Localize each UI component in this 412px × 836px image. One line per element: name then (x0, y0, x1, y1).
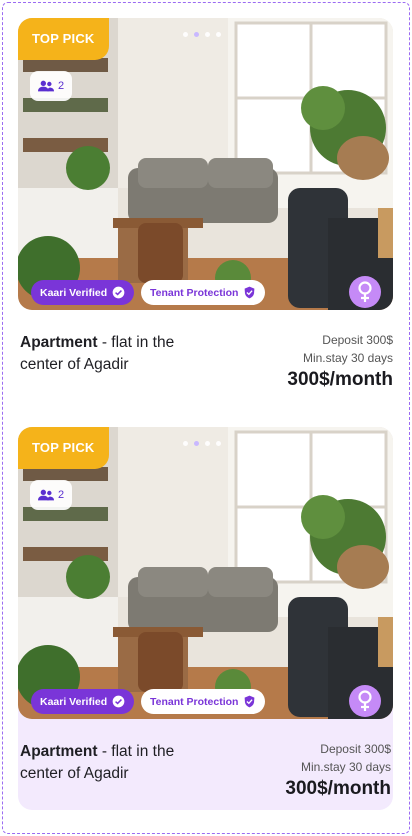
heart-icon (356, 449, 374, 465)
guest-count: 2 (58, 489, 65, 501)
tenant-protection-badge: Tenant Protection (141, 280, 266, 305)
check-badge-icon (112, 286, 125, 299)
carousel-dot[interactable] (205, 441, 210, 446)
deposit-text: Deposit 300$ (320, 742, 391, 756)
check-badge-icon (112, 695, 125, 708)
female-icon (358, 690, 372, 711)
room-photo (18, 427, 393, 719)
top-pick-badge: TOP PICK (18, 18, 109, 60)
listing-title[interactable]: Apartment - flat in the center of Agadir (20, 741, 210, 785)
female-icon (358, 281, 372, 302)
listing-type: Apartment (20, 743, 98, 760)
listing-pricing: Deposit 300$ Min.stay 30 days 300$/month (287, 331, 393, 392)
favorite-button[interactable] (349, 441, 381, 473)
carousel-indicator[interactable] (183, 441, 221, 446)
heart-icon (356, 40, 374, 56)
people-icon (38, 80, 54, 92)
listing-title[interactable]: Apartment - flat in the center of Agadir (20, 332, 210, 376)
carousel-dot[interactable] (216, 441, 221, 446)
carousel-indicator[interactable] (183, 32, 221, 37)
deposit-text: Deposit 300$ (322, 333, 393, 347)
gender-badge (349, 685, 381, 717)
listing-photo[interactable] (18, 18, 393, 310)
guest-count-chip: 2 (30, 71, 73, 101)
carousel-dot-active[interactable] (194, 441, 199, 446)
listing-card-selected[interactable]: TOP PICK 2 Kaari Verified Tenant Protect… (18, 427, 393, 810)
check-badge-icon (243, 286, 256, 299)
listing-type: Apartment (20, 334, 98, 351)
kaari-verified-label: Kaari Verified (40, 695, 108, 708)
carousel-dot[interactable] (183, 32, 188, 37)
check-badge-icon (243, 695, 256, 708)
min-stay-text: Min.stay 30 days (302, 351, 393, 365)
carousel-dot-active[interactable] (194, 32, 199, 37)
tenant-protection-label: Tenant Protection (150, 695, 239, 708)
kaari-verified-badge: Kaari Verified (31, 280, 135, 305)
carousel-dot[interactable] (183, 441, 188, 446)
kaari-verified-label: Kaari Verified (40, 286, 108, 299)
top-pick-badge: TOP PICK (18, 427, 109, 469)
carousel-dot[interactable] (205, 32, 210, 37)
listing-pricing: Deposit 300$ Min.stay 30 days 300$/month (285, 740, 391, 801)
kaari-verified-badge: Kaari Verified (31, 689, 135, 714)
room-photo (18, 18, 393, 310)
carousel-dot[interactable] (216, 32, 221, 37)
listing-photo[interactable] (18, 427, 393, 719)
price-text: 300$/month (287, 369, 393, 390)
gender-badge (349, 276, 381, 308)
listing-card[interactable]: TOP PICK 2 Kaari Verified Tenant Protect… (18, 18, 393, 390)
min-stay-text: Min.stay 30 days (300, 760, 391, 774)
tenant-protection-label: Tenant Protection (150, 286, 239, 299)
guest-count-chip: 2 (30, 480, 73, 510)
people-icon (38, 489, 54, 501)
price-text: 300$/month (285, 778, 391, 799)
guest-count: 2 (58, 80, 65, 92)
tenant-protection-badge: Tenant Protection (141, 689, 266, 714)
favorite-button[interactable] (349, 32, 381, 64)
